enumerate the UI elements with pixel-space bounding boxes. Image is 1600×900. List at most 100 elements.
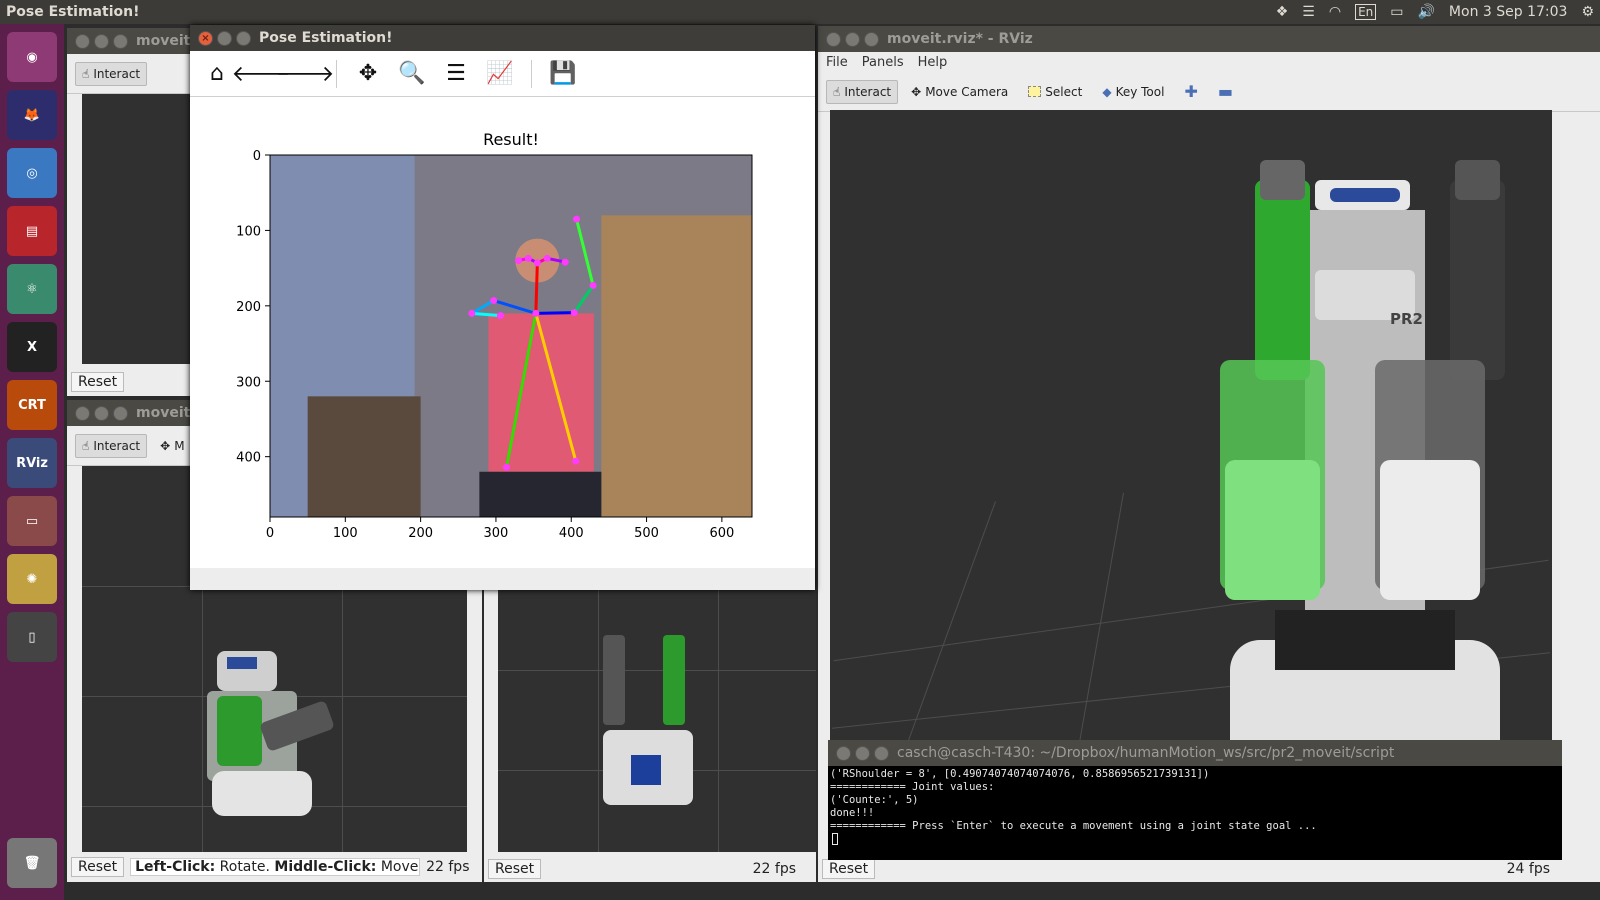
limb-neck-l_shoulder (535, 311, 575, 315)
keypoint-r_ear (515, 257, 523, 265)
save-icon[interactable]: 💾 (549, 61, 576, 87)
maximize-icon[interactable] (874, 745, 889, 761)
rviz-toolbar: ☝ Interact ✥ Move Camera Select ◆ Key Tool … (818, 72, 1600, 112)
atom-icon[interactable]: ⚛ (7, 264, 57, 314)
y-tick-label: 0 (253, 149, 261, 164)
crt-icon[interactable]: CRT (7, 380, 57, 430)
minimize-icon[interactable] (94, 405, 109, 421)
back-arrow-icon[interactable]: 🡐 (232, 61, 291, 87)
rviz-icon[interactable]: RViz (7, 438, 57, 488)
desk (307, 396, 421, 517)
keypoint-r_shoulder (490, 297, 498, 305)
ubuntu-dash-icon[interactable]: ◉ (7, 32, 57, 82)
window-title: moveit (136, 33, 191, 49)
hand-icon: ☝ (82, 438, 90, 453)
moveit-window-top: moveit ☝ Interact Reset (67, 28, 192, 396)
interact-tool-button[interactable]: ☝ Interact (75, 61, 148, 86)
terminal-line: ('RShoulder = 8', [0.49074074074074076, … (830, 768, 1210, 780)
clock[interactable]: Mon 3 Sep 17:03 (1449, 4, 1568, 20)
terminal-line: ('Counte:', 5) (830, 794, 919, 806)
firefox-icon[interactable]: 🦊 (7, 90, 57, 140)
move-camera-label: Move Camera (925, 84, 1009, 99)
maximize-icon[interactable] (864, 31, 879, 47)
keypoint-r_eye (524, 254, 532, 262)
interact-label: Interact (93, 438, 141, 453)
reset-button[interactable]: Reset (488, 859, 542, 879)
launcher: ◉ 🦊 ◎ ▤ ⚛ X CRT RViz ▭ ✺ ▯ 🗑 (0, 24, 64, 900)
remove-tool-button[interactable]: ▬ (1211, 77, 1240, 106)
maximize-icon[interactable] (113, 405, 128, 421)
keyboard-layout[interactable]: En (1355, 4, 1377, 20)
xterm-icon[interactable]: X (7, 322, 57, 372)
pr2-robot: PR2 (1215, 160, 1515, 840)
interact-tool-button[interactable]: ☝ Interact (75, 433, 148, 458)
terminal-line: ============ Press `Enter` to execute a … (830, 820, 1317, 832)
fps-readout: 24 fps (1506, 861, 1550, 877)
pose-estimation-window: × Pose Estimation! ⌂ 🡐 🡒 ✥ 🔍 ☰ 📈 💾 Result… (190, 25, 815, 590)
close-icon[interactable] (75, 33, 90, 49)
maximize-icon[interactable] (236, 30, 251, 46)
menu-list-icon[interactable]: ☰ (1302, 4, 1315, 20)
3d-viewport[interactable] (498, 590, 816, 852)
reset-button[interactable]: Reset (71, 857, 125, 877)
keypoint-l_hip (572, 457, 580, 465)
menu-file[interactable]: File (826, 55, 848, 70)
close-icon[interactable] (75, 405, 90, 421)
home-icon[interactable]: ⌂ (204, 61, 230, 87)
maximize-icon[interactable] (113, 33, 128, 49)
forward-arrow-icon[interactable]: 🡒 (276, 61, 335, 87)
top-panel: Pose Estimation! ❖ ☰ ◠ En ▭ 🔊 Mon 3 Sep … (0, 0, 1600, 24)
pan-icon[interactable]: ✥ (355, 61, 381, 87)
close-icon[interactable] (826, 31, 841, 47)
select-tool-button[interactable]: Select (1021, 80, 1089, 104)
dropbox-icon[interactable]: ❖ (1276, 4, 1289, 20)
pose-plot[interactable]: Result! 0 100 200 300 400 500 600 0 100 200 300 400 (190, 97, 815, 567)
move-camera-button[interactable]: ✥ M (153, 434, 191, 458)
trash-icon[interactable]: 🗑 (7, 838, 57, 888)
reset-button[interactable]: Reset (71, 372, 125, 392)
x-tick-label: 300 (484, 526, 509, 541)
close-icon[interactable] (836, 745, 851, 761)
interact-tool-button[interactable]: ☝ Interact (826, 79, 899, 104)
reset-button[interactable]: Reset (822, 859, 876, 879)
kazam-icon[interactable]: ✺ (7, 554, 57, 604)
keypoint-r_wrist (496, 312, 504, 320)
minus-icon: ▬ (1217, 82, 1233, 101)
minimize-icon[interactable] (855, 745, 870, 761)
terminal-output[interactable]: ('RShoulder = 8', [0.49074074074074076, … (828, 766, 1562, 847)
keypoint-nose (533, 259, 541, 267)
menu-help[interactable]: Help (918, 55, 948, 70)
move-camera-button[interactable]: ✥ Move Camera (904, 80, 1015, 104)
minimize-icon[interactable] (94, 33, 109, 49)
select-label: Select (1045, 84, 1083, 99)
terminal-red-icon[interactable]: ▤ (7, 206, 57, 256)
plot-title: Result! (483, 130, 539, 149)
minimize-icon[interactable] (217, 30, 232, 46)
middle-click-label: Middle-Click: (274, 859, 377, 875)
x-tick-label: 400 (559, 526, 584, 541)
configure-subplots-icon[interactable]: ☰ (443, 61, 469, 87)
zoom-icon[interactable]: 🔍 (398, 61, 425, 87)
files-icon[interactable]: ▭ (7, 496, 57, 546)
select-icon (1028, 86, 1042, 97)
3d-viewport[interactable] (82, 94, 192, 364)
key-tool-button[interactable]: ◆ Key Tool (1095, 80, 1171, 104)
battery-icon[interactable]: ▭ (1390, 4, 1403, 20)
close-icon[interactable]: × (198, 30, 213, 46)
person-shorts (479, 471, 602, 517)
edit-axis-icon[interactable]: 📈 (486, 61, 513, 87)
add-tool-button[interactable]: ✚ (1177, 77, 1204, 106)
volume-icon[interactable]: 🔊 (1417, 4, 1434, 20)
move-hint: Move X/Y (380, 859, 419, 875)
minimize-icon[interactable] (845, 31, 860, 47)
phone-icon[interactable]: ▯ (7, 612, 57, 662)
gear-icon[interactable]: ⚙ (1581, 4, 1594, 20)
keypoint-l_ear (561, 258, 569, 266)
menu-panels[interactable]: Panels (862, 55, 904, 70)
chrome-icon[interactable]: ◎ (7, 148, 57, 198)
moveit-window-middle: Reset 22 fps (484, 590, 816, 882)
system-tray: ❖ ☰ ◠ En ▭ 🔊 Mon 3 Sep 17:03 ⚙ (1276, 4, 1600, 20)
keypoint-l_wrist (573, 215, 581, 223)
wifi-icon[interactable]: ◠ (1329, 4, 1341, 20)
plus-icon: ✚ (1184, 82, 1198, 101)
